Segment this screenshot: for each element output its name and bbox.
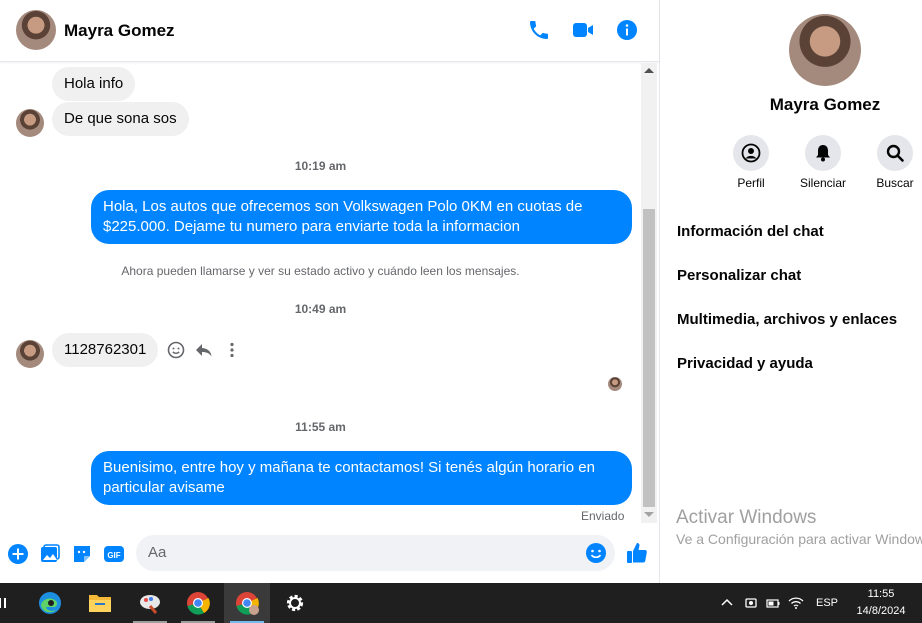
add-icon[interactable] [7, 543, 29, 565]
clock-date: 14/8/2024 [856, 605, 906, 617]
search-action-label: Buscar [876, 176, 914, 190]
video-call-icon[interactable] [571, 18, 595, 42]
chat-info-panel: Mayra Gomez Perfil Silenciar Buscar Info… [660, 0, 922, 583]
mute-action-label: Silenciar [799, 176, 847, 190]
clock-time: 11:55 [867, 588, 895, 600]
svg-text:GIF: GIF [107, 551, 120, 560]
menu-media-files-links[interactable]: Multimedia, archivos y enlaces [677, 311, 897, 328]
message-input[interactable]: Aa [136, 535, 615, 571]
chat-pane: Mayra Gomez Hola info De que sona sos 10… [0, 0, 660, 583]
edge-browser-icon[interactable] [27, 583, 73, 623]
paint-app-icon[interactable] [127, 583, 173, 623]
reply-icon[interactable] [194, 340, 214, 360]
system-notice: Ahora pueden llamarse y ver su estado ac… [121, 264, 520, 278]
wifi-icon[interactable] [788, 596, 804, 610]
scroll-thumb[interactable] [643, 209, 655, 507]
mute-action[interactable]: Silenciar [793, 135, 853, 190]
profile-name: Mayra Gomez [769, 95, 881, 114]
composer: GIF Aa [0, 530, 659, 578]
incoming-message[interactable]: De que sona sos [52, 102, 189, 136]
search-icon [886, 144, 904, 162]
chat-header: Mayra Gomez [0, 0, 659, 62]
activate-windows-subtitle: Ve a Configuración para activar Windows. [676, 531, 922, 547]
outgoing-message[interactable]: Buenisimo, entre hoy y mañana te contact… [91, 451, 632, 505]
like-icon[interactable] [625, 541, 649, 565]
info-icon[interactable] [615, 18, 639, 42]
menu-privacy-help[interactable]: Privacidad y ayuda [677, 355, 813, 372]
timestamp: 11:55 am [295, 420, 346, 434]
sender-avatar[interactable] [16, 109, 44, 137]
contact-avatar[interactable] [16, 10, 56, 50]
chevron-up-icon[interactable] [720, 596, 734, 610]
activate-windows-title: Activar Windows [676, 507, 817, 528]
settings-gear-icon[interactable] [272, 583, 318, 623]
profile-action[interactable]: Perfil [721, 135, 781, 190]
menu-customize-chat[interactable]: Personalizar chat [677, 267, 801, 284]
battery-icon[interactable] [766, 596, 780, 610]
scroll-down-arrow-icon[interactable] [644, 512, 654, 517]
gif-icon[interactable]: GIF [103, 543, 125, 565]
language-indicator[interactable]: ESP [816, 597, 838, 609]
chrome-profile-icon[interactable] [224, 583, 270, 623]
meet-now-icon[interactable] [744, 596, 758, 610]
scroll-up-arrow-icon[interactable] [644, 68, 654, 73]
react-emoji-icon[interactable] [166, 340, 186, 360]
chrome-icon[interactable] [175, 583, 221, 623]
sticker-icon[interactable] [71, 543, 93, 565]
profile-action-label: Perfil [737, 176, 765, 190]
task-view-icon[interactable] [0, 583, 14, 623]
message-actions [166, 339, 242, 361]
bell-icon [816, 145, 830, 162]
message-input-placeholder: Aa [148, 544, 167, 561]
emoji-icon[interactable] [585, 542, 607, 564]
menu-chat-info[interactable]: Información del chat [677, 223, 824, 240]
timestamp: 10:19 am [294, 159, 347, 173]
outgoing-message[interactable]: Hola, Los autos que ofrecemos son Volksw… [91, 190, 632, 244]
incoming-message[interactable]: 1128762301 [52, 333, 159, 367]
profile-icon [741, 143, 761, 163]
profile-avatar[interactable] [789, 14, 861, 86]
clock[interactable]: 11:55 14/8/2024 [850, 586, 912, 620]
sent-status: Enviado [581, 509, 625, 523]
search-action[interactable]: Buscar [865, 135, 922, 190]
file-explorer-icon[interactable] [77, 583, 123, 623]
photo-icon[interactable] [39, 543, 61, 565]
contact-name[interactable]: Mayra Gomez [64, 21, 175, 41]
taskbar: ESP 11:55 14/8/2024 [0, 583, 922, 623]
scrollbar[interactable] [641, 63, 657, 523]
phone-icon[interactable] [527, 18, 551, 42]
incoming-message[interactable]: Hola info [52, 67, 136, 101]
message-list[interactable]: Hola info De que sona sos 10:19 am Hola,… [0, 63, 641, 523]
system-tray: ESP [720, 583, 838, 623]
more-options-icon[interactable] [222, 340, 242, 360]
timestamp: 10:49 am [294, 302, 347, 316]
seen-indicator-avatar [608, 377, 622, 391]
sender-avatar[interactable] [16, 340, 44, 368]
